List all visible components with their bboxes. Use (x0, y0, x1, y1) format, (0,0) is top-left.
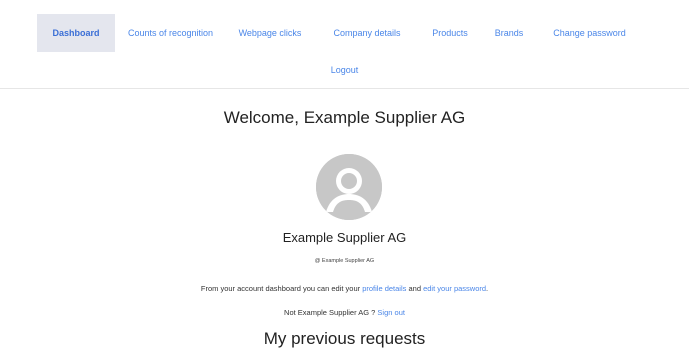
nav-logout[interactable]: Logout (325, 65, 365, 75)
nav-webpage-clicks[interactable]: Webpage clicks (226, 14, 314, 52)
nav-products[interactable]: Products (420, 14, 480, 52)
user-avatar-icon (316, 154, 382, 220)
profile-name: Example Supplier AG (282, 230, 407, 245)
description-middle: and (406, 284, 424, 293)
nav-counts-of-recognition[interactable]: Counts of recognition (115, 14, 226, 52)
welcome-heading: Welcome, Example Supplier AG (223, 108, 466, 127)
nav-company-details[interactable]: Company details (314, 14, 420, 52)
nav-brands[interactable]: Brands (480, 14, 538, 52)
profile-handle: @ Example Supplier AG (314, 258, 375, 264)
signout-line: Not Example Supplier AG ? Sign out (0, 308, 689, 317)
description-suffix: . (486, 284, 489, 293)
nav-menu: Dashboard Counts of recognition Webpage … (37, 14, 641, 52)
edit-password-link[interactable]: edit your password (423, 284, 486, 293)
dashboard-description: From your account dashboard you can edit… (0, 284, 689, 293)
nav-dashboard[interactable]: Dashboard (37, 14, 115, 52)
profile-details-link[interactable]: profile details (362, 284, 406, 293)
description-prefix: From your account dashboard you can edit… (200, 284, 363, 293)
top-navigation: Dashboard Counts of recognition Webpage … (0, 0, 689, 89)
dashboard-main: Welcome, Example Supplier AG Example Sup… (0, 90, 689, 349)
nav-change-password[interactable]: Change password (538, 14, 641, 52)
nav-logout-row: Logout (0, 58, 689, 82)
previous-requests-heading: My previous requests (263, 329, 426, 348)
sign-out-link[interactable]: Sign out (377, 308, 405, 317)
signout-prefix: Not Example Supplier AG ? (284, 308, 378, 317)
